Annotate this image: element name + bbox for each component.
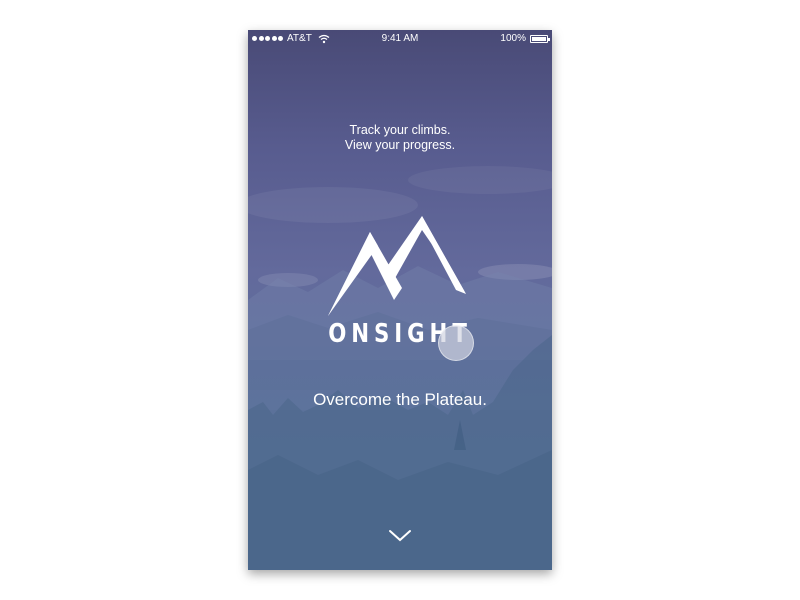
tagline-line-2: View your progress. (344, 138, 456, 152)
battery-icon (530, 34, 550, 43)
tagline-line-1: Track your climbs. (349, 123, 451, 137)
battery-percent: 100% (500, 33, 526, 44)
app-name: ONSIGHT (328, 319, 472, 349)
touch-indicator (438, 325, 474, 361)
status-right: 100% (500, 33, 550, 44)
mountain-logo-icon (328, 216, 466, 316)
tagline: Track your climbs. View your progress. (248, 123, 552, 153)
headline: Overcome the Plateau. (313, 390, 487, 409)
status-bar: AT&T 9:41 AM 100% (248, 30, 552, 48)
chevron-down-icon[interactable] (388, 528, 412, 544)
phone-screen: AT&T 9:41 AM 100% Track your climbs. Vie… (248, 30, 552, 570)
